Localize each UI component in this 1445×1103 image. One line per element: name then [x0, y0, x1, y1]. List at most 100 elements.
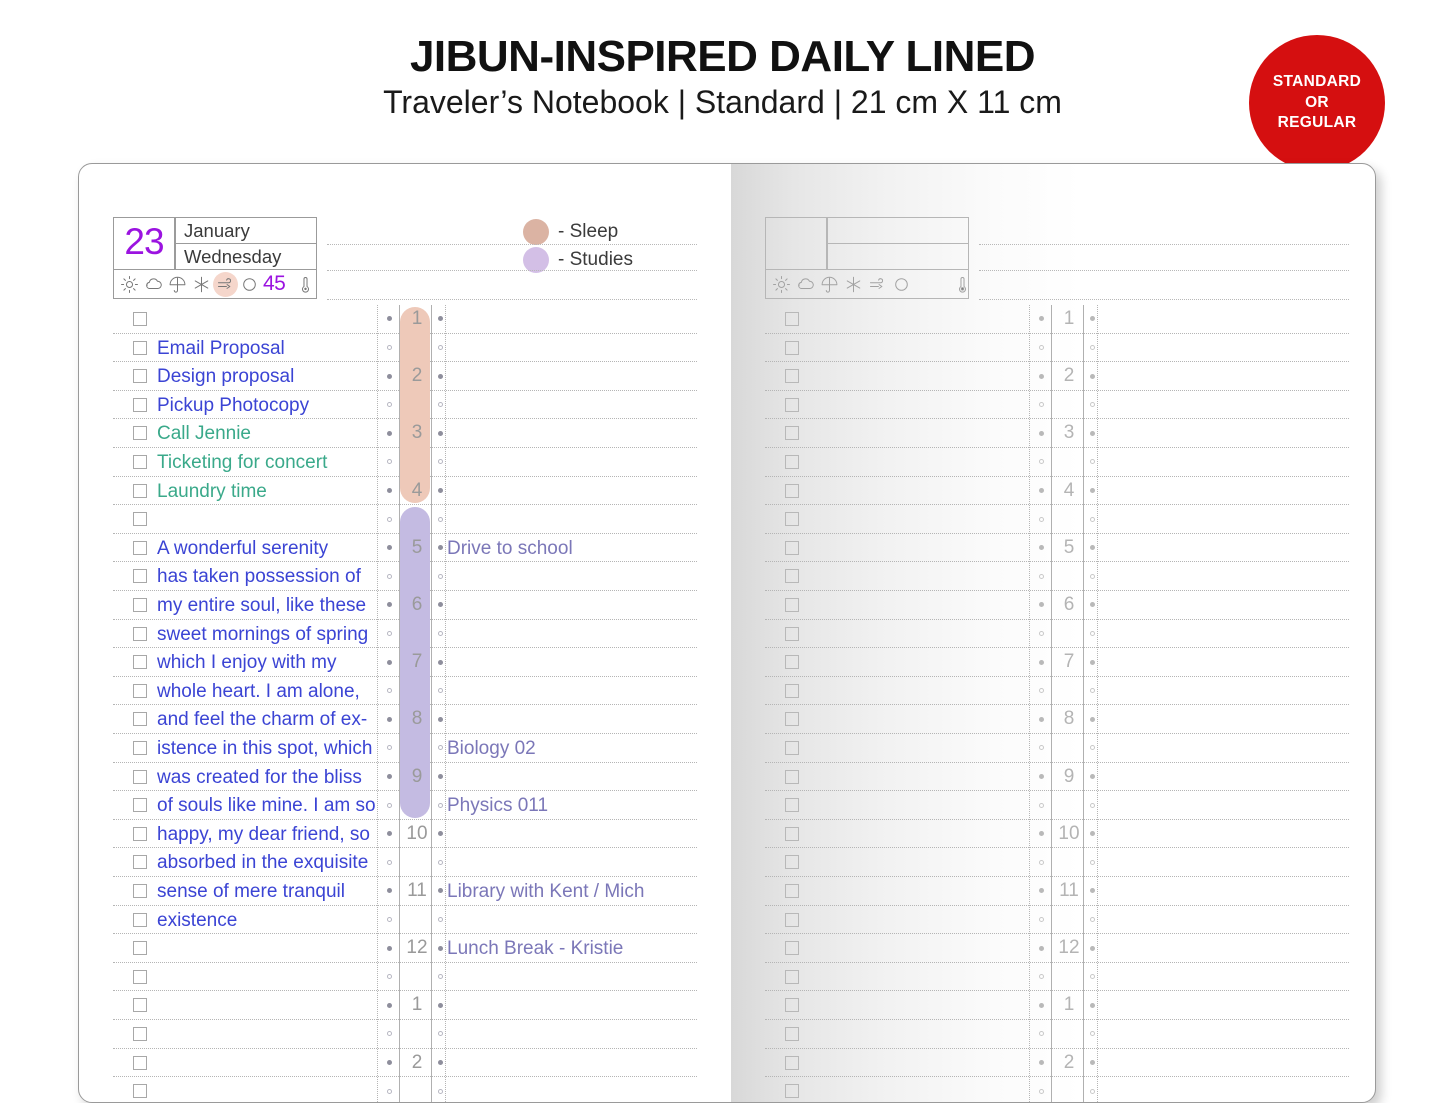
task-checkbox[interactable]: [785, 512, 799, 527]
task-checkbox[interactable]: [785, 884, 799, 898]
task-checkbox[interactable]: [785, 826, 799, 841]
task-checkbox[interactable]: [785, 855, 799, 870]
task-text[interactable]: my entire soul, like these: [157, 593, 366, 618]
task-checkbox[interactable]: [133, 569, 147, 584]
appointment-text[interactable]: Physics 011: [447, 793, 548, 818]
task-checkbox[interactable]: [133, 1084, 147, 1099]
task-checkbox[interactable]: [133, 540, 147, 555]
task-text[interactable]: was created for the bliss: [157, 765, 362, 790]
task-checkbox[interactable]: [785, 912, 799, 927]
table-row[interactable]: [765, 334, 1349, 363]
circle-icon[interactable]: [240, 275, 259, 294]
task-checkbox[interactable]: [133, 884, 147, 898]
table-row[interactable]: [113, 963, 697, 992]
task-checkbox[interactable]: [785, 426, 799, 441]
cloud-icon[interactable]: [796, 275, 815, 294]
task-checkbox[interactable]: [785, 312, 799, 326]
task-text[interactable]: Ticketing for concert: [157, 450, 327, 475]
table-row[interactable]: [765, 448, 1349, 477]
task-checkbox[interactable]: [133, 683, 147, 698]
task-text[interactable]: istence in this spot, which: [157, 736, 372, 761]
sun-icon[interactable]: [772, 275, 791, 294]
task-text[interactable]: A wonderful serenity: [157, 536, 328, 561]
task-checkbox[interactable]: [133, 826, 147, 841]
task-checkbox[interactable]: [785, 741, 799, 755]
snowflake-icon[interactable]: [844, 275, 863, 294]
umbrella-icon[interactable]: [820, 275, 839, 294]
task-checkbox[interactable]: [133, 998, 147, 1013]
task-checkbox[interactable]: [785, 626, 799, 641]
table-row[interactable]: [113, 1020, 697, 1049]
weather-selector[interactable]: 45: [115, 269, 317, 299]
task-checkbox[interactable]: [133, 712, 147, 727]
table-row[interactable]: absorbed in the exquisite: [113, 848, 697, 877]
snowflake-icon[interactable]: [192, 275, 211, 294]
task-checkbox[interactable]: [785, 769, 799, 784]
task-checkbox[interactable]: [785, 1084, 799, 1099]
task-checkbox[interactable]: [785, 540, 799, 555]
task-text[interactable]: Call Jennie: [157, 421, 251, 446]
weather-selector[interactable]: [767, 269, 969, 299]
appointment-text[interactable]: Lunch Break - Kristie: [447, 936, 623, 961]
sun-icon[interactable]: [120, 275, 139, 294]
task-checkbox[interactable]: [785, 969, 799, 984]
task-checkbox[interactable]: [133, 340, 147, 355]
task-text[interactable]: Design proposal: [157, 364, 294, 389]
table-row[interactable]: [765, 677, 1349, 706]
table-row[interactable]: [765, 848, 1349, 877]
table-row[interactable]: [765, 620, 1349, 649]
wind-icon[interactable]: [213, 271, 238, 297]
table-row[interactable]: [765, 734, 1349, 763]
appointment-text[interactable]: Library with Kent / Mich: [447, 879, 644, 904]
task-checkbox[interactable]: [133, 941, 147, 956]
appointment-text[interactable]: Biology 02: [447, 736, 536, 761]
task-checkbox[interactable]: [785, 798, 799, 813]
table-row[interactable]: [765, 1020, 1349, 1049]
task-checkbox[interactable]: [133, 1027, 147, 1041]
task-checkbox[interactable]: [133, 855, 147, 870]
task-checkbox[interactable]: [785, 941, 799, 956]
task-checkbox[interactable]: [785, 655, 799, 670]
task-checkbox[interactable]: [133, 512, 147, 527]
table-row[interactable]: [765, 791, 1349, 820]
table-row[interactable]: [765, 505, 1349, 534]
appointment-text[interactable]: Drive to school: [447, 536, 573, 561]
table-row[interactable]: existence: [113, 906, 697, 935]
task-checkbox[interactable]: [133, 1055, 147, 1070]
task-checkbox[interactable]: [785, 1027, 799, 1041]
task-checkbox[interactable]: [133, 626, 147, 641]
task-checkbox[interactable]: [133, 655, 147, 670]
task-text[interactable]: Pickup Photocopy: [157, 393, 309, 418]
task-text[interactable]: sense of mere tranquil: [157, 879, 345, 904]
task-checkbox[interactable]: [133, 312, 147, 326]
task-text[interactable]: existence: [157, 908, 237, 933]
task-text[interactable]: sweet mornings of spring: [157, 622, 368, 647]
cloud-icon[interactable]: [144, 275, 163, 294]
table-row[interactable]: [765, 1077, 1349, 1102]
task-checkbox[interactable]: [785, 683, 799, 698]
task-checkbox[interactable]: [785, 998, 799, 1013]
task-text[interactable]: which I enjoy with my: [157, 650, 337, 675]
task-checkbox[interactable]: [785, 340, 799, 355]
task-text[interactable]: of souls like mine. I am so: [157, 793, 376, 818]
task-checkbox[interactable]: [133, 455, 147, 469]
task-checkbox[interactable]: [133, 798, 147, 813]
task-checkbox[interactable]: [133, 912, 147, 927]
task-checkbox[interactable]: [785, 455, 799, 469]
task-checkbox[interactable]: [785, 483, 799, 498]
task-text[interactable]: and feel the charm of ex-: [157, 707, 367, 732]
task-checkbox[interactable]: [133, 397, 147, 412]
task-checkbox[interactable]: [785, 598, 799, 612]
task-text[interactable]: Email Proposal: [157, 336, 285, 361]
task-checkbox[interactable]: [785, 712, 799, 727]
table-row[interactable]: [765, 562, 1349, 591]
task-text[interactable]: absorbed in the exquisite: [157, 850, 368, 875]
table-row[interactable]: [113, 1077, 697, 1102]
task-text[interactable]: happy, my dear friend, so: [157, 822, 370, 847]
task-checkbox[interactable]: [785, 1055, 799, 1070]
task-text[interactable]: Laundry time: [157, 479, 267, 504]
table-row[interactable]: [765, 391, 1349, 420]
umbrella-icon[interactable]: [168, 275, 187, 294]
task-checkbox[interactable]: [133, 969, 147, 984]
circle-icon[interactable]: [892, 275, 911, 294]
